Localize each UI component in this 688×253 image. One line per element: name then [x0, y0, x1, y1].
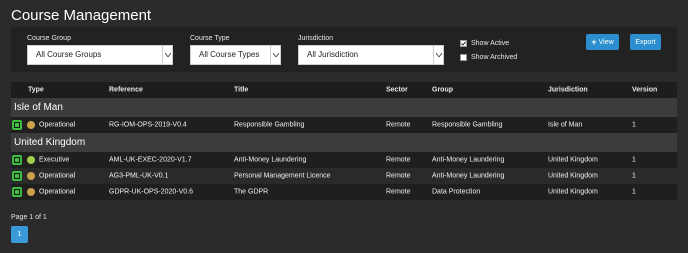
page-title: Course Management — [11, 7, 152, 24]
cell-version: 1 — [632, 156, 636, 164]
course-group-value: All Course Groups — [36, 50, 102, 59]
course-table: Type Reference Title Sector Group Jurisd… — [11, 82, 677, 200]
cell-reference: AG3-PML-UK-V0.1 — [109, 172, 169, 180]
cell-jurisdiction: United Kingdom — [548, 188, 598, 196]
view-button[interactable]: + View — [586, 34, 619, 50]
cell-group: Data Protection — [432, 188, 481, 196]
header-reference[interactable]: Reference — [109, 87, 143, 94]
cell-title: The GDPR — [234, 188, 269, 196]
page-button-1[interactable]: 1 — [11, 226, 28, 243]
show-archived-label: Show Archived — [471, 54, 518, 61]
jurisdiction-value: All Jurisdiction — [307, 50, 359, 59]
table-row[interactable]: Operational AG3-PML-UK-V0.1 Personal Man… — [11, 168, 677, 184]
table-row[interactable]: Operational GDPR-UK-OPS-2020-V0.6 The GD… — [11, 184, 677, 200]
cell-sector: Remote — [386, 172, 411, 180]
cell-group: Anti-Money Laundering — [432, 172, 505, 180]
cell-jurisdiction: United Kingdom — [548, 156, 598, 164]
course-type-value: All Course Types — [199, 50, 260, 59]
show-active-checkbox[interactable] — [460, 40, 467, 47]
course-group-filter: Course Group All Course Groups — [27, 35, 173, 65]
pagination-summary: Page 1 of 1 — [11, 214, 47, 221]
header-type[interactable]: Type — [28, 87, 44, 94]
status-dot — [27, 172, 35, 180]
cell-sector: Remote — [386, 188, 411, 196]
cell-sector: Remote — [386, 156, 411, 164]
header-title[interactable]: Title — [234, 87, 248, 94]
table-header: Type Reference Title Sector Group Jurisd… — [11, 82, 677, 98]
cell-type: Operational — [39, 188, 76, 196]
cell-jurisdiction: United Kingdom — [548, 172, 598, 180]
cell-version: 1 — [632, 121, 636, 129]
export-button[interactable]: Export — [630, 34, 661, 50]
cell-sector: Remote — [386, 121, 411, 129]
course-group-label: Course Group — [27, 35, 71, 42]
course-type-select[interactable]: All Course Types — [190, 45, 281, 65]
view-button-label: View — [598, 38, 614, 46]
cell-title: Responsible Gambling — [234, 121, 305, 129]
edit-icon[interactable] — [12, 155, 22, 165]
cell-version: 1 — [632, 172, 636, 180]
header-sector[interactable]: Sector — [386, 87, 408, 94]
table-row[interactable]: Operational RG-IOM-OPS-2019-V0.4 Respons… — [11, 117, 677, 133]
group-header-united-kingdom: United Kingdom — [11, 133, 677, 152]
plus-icon: + — [591, 37, 597, 47]
cell-reference: AML-UK-EXEC-2020-V1.7 — [109, 156, 192, 164]
edit-icon[interactable] — [12, 187, 22, 197]
header-version[interactable]: Version — [632, 87, 657, 94]
show-archived-checkbox[interactable] — [460, 54, 467, 61]
course-type-label: Course Type — [190, 35, 230, 42]
group-header-isle-of-man: Isle of Man — [11, 98, 677, 117]
chevron-down-icon — [270, 46, 280, 64]
course-group-select[interactable]: All Course Groups — [27, 45, 173, 65]
status-dot — [27, 188, 35, 196]
cell-reference: RG-IOM-OPS-2019-V0.4 — [109, 121, 187, 129]
header-jurisdiction[interactable]: Jurisdiction — [548, 87, 588, 94]
cell-group: Anti-Money Laundering — [432, 156, 505, 164]
cell-title: Anti-Money Laundering — [234, 156, 307, 164]
show-active-toggle[interactable]: Show Active — [460, 40, 509, 47]
export-button-label: Export — [635, 38, 656, 46]
jurisdiction-filter: Jurisdiction All Jurisdiction — [298, 35, 444, 65]
chevron-down-icon — [433, 46, 443, 64]
table-row[interactable]: Executive AML-UK-EXEC-2020-V1.7 Anti-Mon… — [11, 152, 677, 168]
status-dot — [27, 121, 35, 129]
edit-icon[interactable] — [12, 171, 22, 181]
cell-type: Executive — [39, 156, 70, 164]
course-type-filter: Course Type All Course Types — [190, 35, 281, 65]
chevron-down-icon — [162, 46, 172, 64]
cell-type: Operational — [39, 172, 76, 180]
status-dot — [27, 156, 35, 164]
header-group[interactable]: Group — [432, 87, 453, 94]
edit-icon[interactable] — [12, 120, 22, 130]
cell-group: Responsible Gambling — [432, 121, 503, 129]
cell-version: 1 — [632, 188, 636, 196]
show-active-label: Show Active — [471, 40, 510, 47]
jurisdiction-label: Jurisdiction — [298, 35, 334, 42]
jurisdiction-select[interactable]: All Jurisdiction — [298, 45, 444, 65]
show-archived-toggle[interactable]: Show Archived — [460, 54, 517, 61]
cell-type: Operational — [39, 121, 76, 129]
cell-jurisdiction: Isle of Man — [548, 121, 583, 129]
cell-title: Personal Management Licence — [234, 172, 331, 180]
cell-reference: GDPR-UK-OPS-2020-V0.6 — [109, 188, 194, 196]
